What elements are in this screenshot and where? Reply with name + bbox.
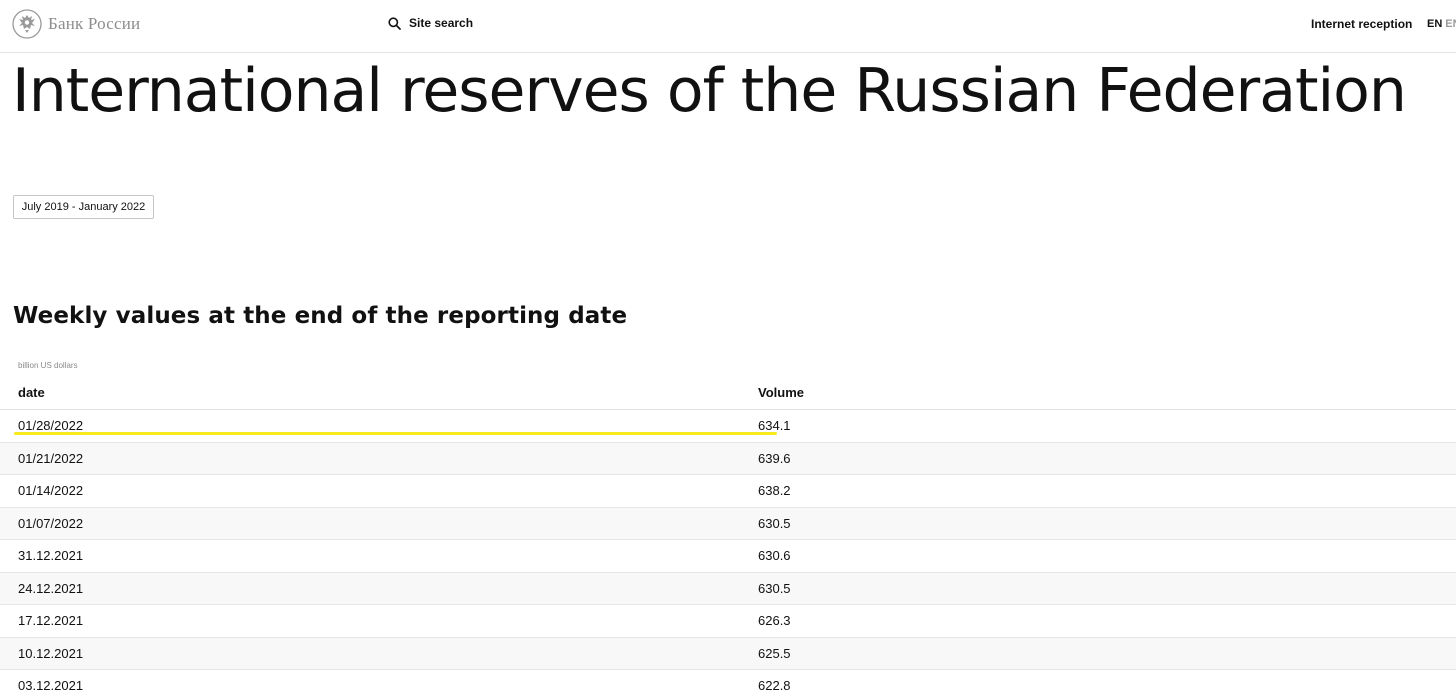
- cell-date: 31.12.2021: [0, 539, 758, 573]
- table-row: 01/14/2022 638.2: [0, 474, 1456, 508]
- column-header-volume[interactable]: Volume: [758, 376, 1456, 410]
- lang-active[interactable]: EN: [1427, 18, 1442, 30]
- page-title: International reserves of the Russian Fe…: [12, 56, 1407, 126]
- bank-logo[interactable]: Банк России: [12, 9, 140, 39]
- cell-date: 24.12.2021: [0, 572, 758, 605]
- cell-date: 01/07/2022: [0, 507, 758, 540]
- cell-volume: 622.8: [758, 669, 1456, 698]
- table-row: 01/21/2022 639.6: [0, 442, 1456, 475]
- bank-name: Банк России: [48, 14, 141, 33]
- table-row: 01/28/2022 634.1: [0, 409, 1456, 443]
- search-icon: [388, 16, 401, 30]
- cell-date: 17.12.2021: [0, 604, 758, 638]
- table-row: 10.12.2021 625.5: [0, 637, 1456, 670]
- cell-date: 01/21/2022: [0, 442, 758, 475]
- eagle-emblem-icon: [12, 9, 42, 39]
- cell-volume: 625.5: [758, 637, 1456, 670]
- lang-option[interactable]: EN: [1445, 18, 1456, 30]
- site-search[interactable]: Site search: [388, 16, 473, 30]
- internet-reception-link[interactable]: Internet reception: [1311, 17, 1412, 31]
- table-row: 17.12.2021 626.3: [0, 604, 1456, 638]
- cell-date: 10.12.2021: [0, 637, 758, 670]
- site-header: Банк России Site search Internet recepti…: [0, 0, 1456, 53]
- table-row: 31.12.2021 630.6: [0, 539, 1456, 573]
- table-row: 24.12.2021 630.5: [0, 572, 1456, 605]
- reserves-table: date Volume 01/28/2022 634.1 01/21/2022 …: [0, 376, 1456, 698]
- cell-volume: 630.6: [758, 539, 1456, 573]
- cell-volume: 639.6: [758, 442, 1456, 475]
- cell-volume: 630.5: [758, 572, 1456, 605]
- highlight-underline: [14, 432, 777, 435]
- language-switcher[interactable]: ENEN: [1427, 18, 1456, 30]
- cell-volume: 638.2: [758, 474, 1456, 508]
- cell-volume: 634.1: [758, 409, 1456, 443]
- unit-label: billion US dollars: [18, 361, 78, 370]
- cell-date: 03.12.2021: [0, 669, 758, 698]
- column-header-date[interactable]: date: [0, 376, 758, 410]
- cell-date: 01/28/2022: [0, 409, 758, 443]
- search-label: Site search: [409, 16, 474, 30]
- cell-volume: 630.5: [758, 507, 1456, 540]
- cell-date: 01/14/2022: [0, 474, 758, 508]
- section-title: Weekly values at the end of the reportin…: [13, 303, 628, 329]
- table-row: 01/07/2022 630.5: [0, 507, 1456, 540]
- period-selector-button[interactable]: July 2019 - January 2022: [13, 195, 154, 219]
- cell-volume: 626.3: [758, 604, 1456, 638]
- table-row: 03.12.2021 622.8: [0, 669, 1456, 698]
- table-header-row: date Volume: [0, 376, 1456, 410]
